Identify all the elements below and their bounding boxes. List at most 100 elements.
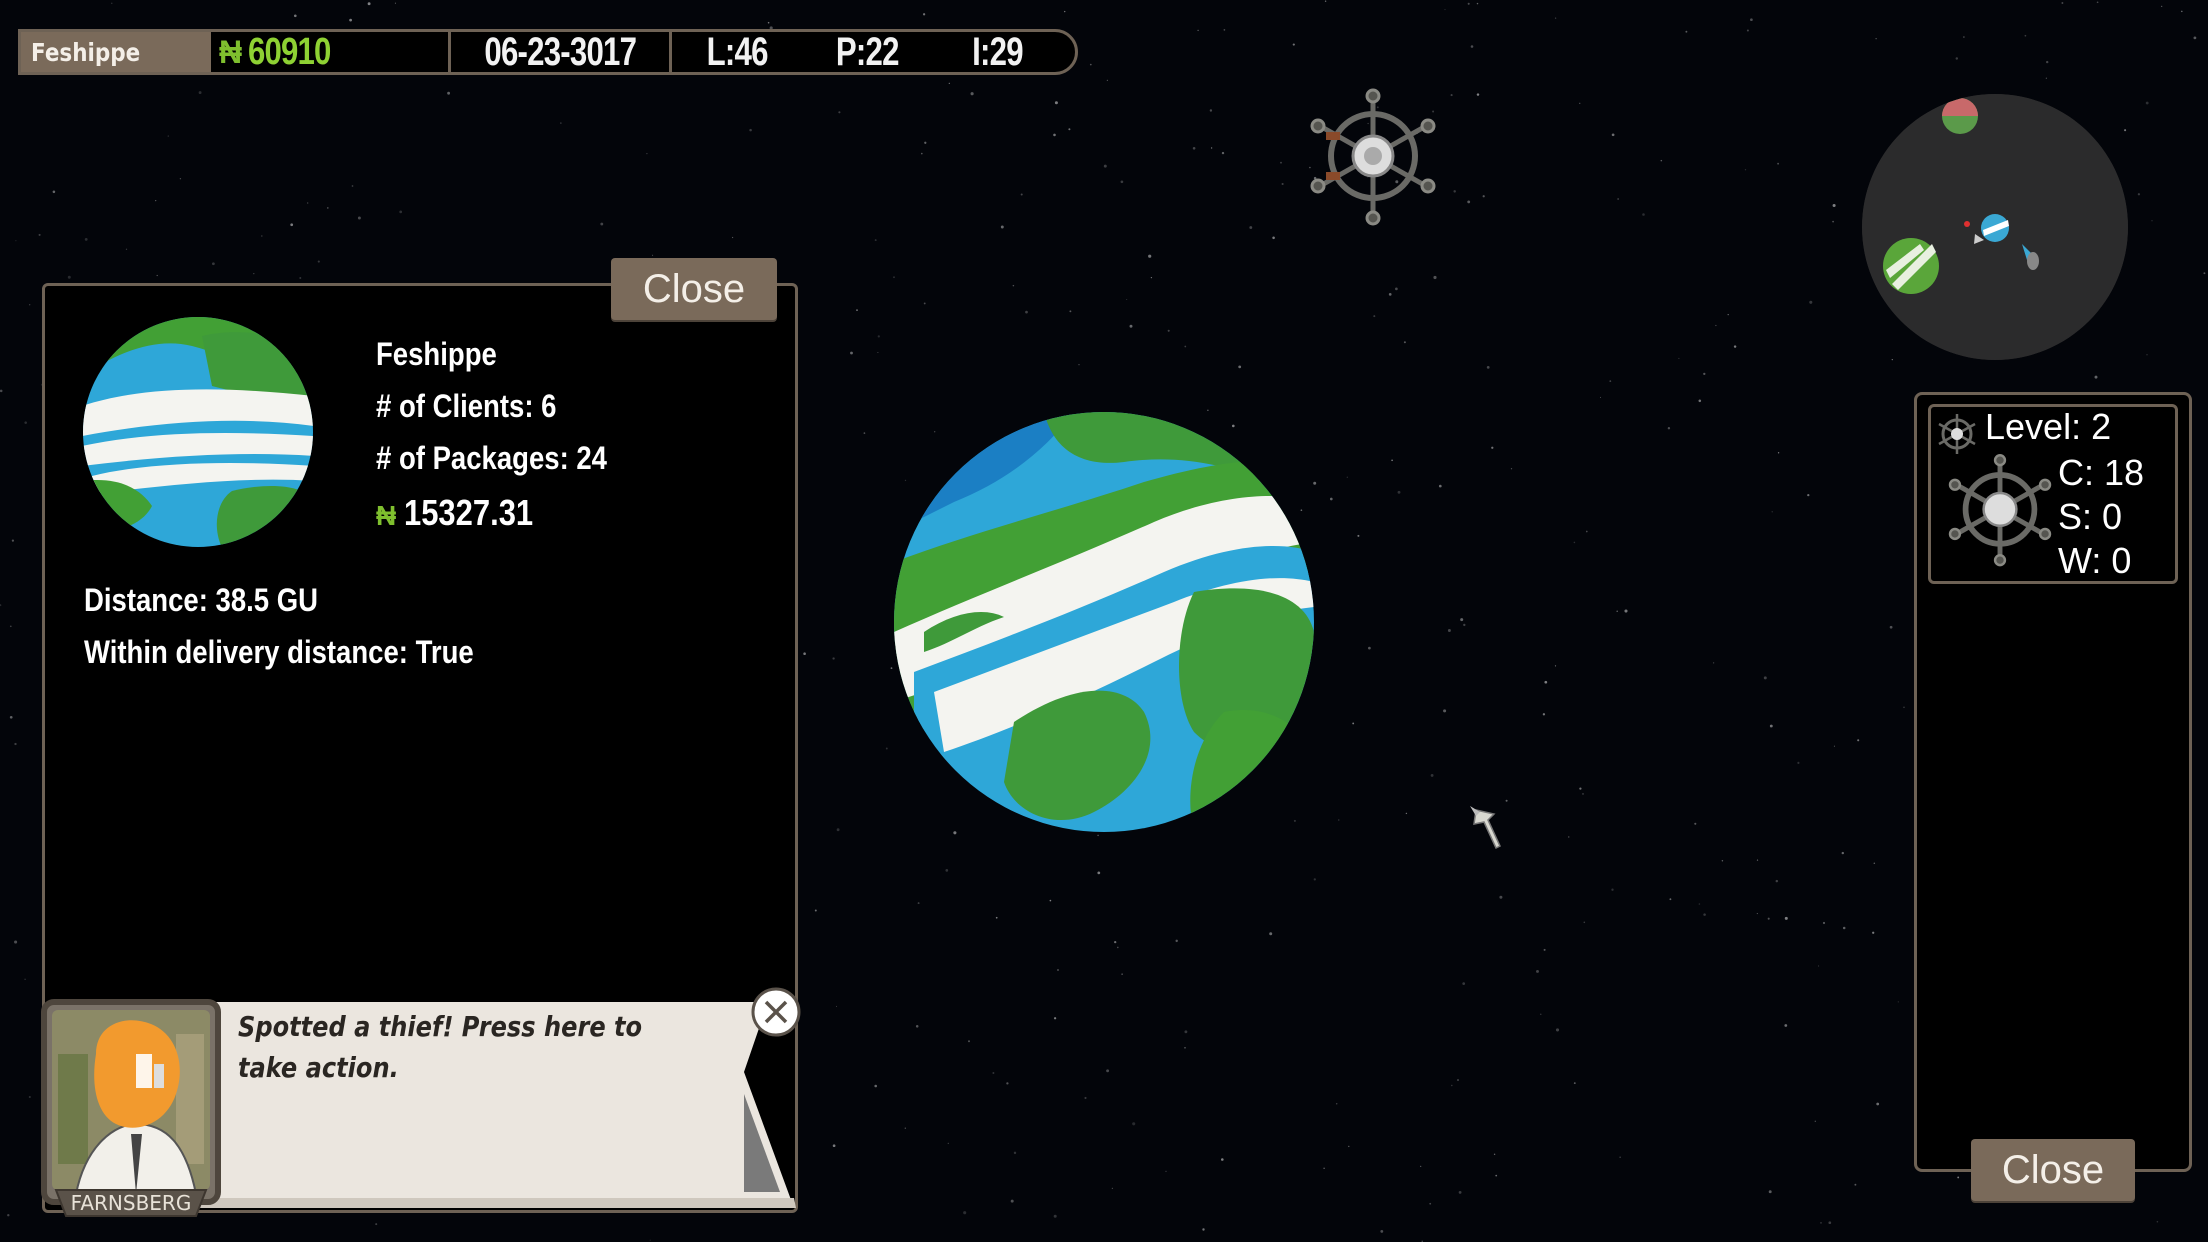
planet-thumbnail xyxy=(83,317,313,547)
star xyxy=(1451,1084,1453,1087)
star xyxy=(1397,490,1401,494)
current-planet-name: Feshippe xyxy=(31,37,141,67)
space-station[interactable] xyxy=(1308,86,1438,230)
info-packages: # of Packages: 24 xyxy=(376,440,645,477)
player-ship[interactable] xyxy=(1464,800,1510,850)
star xyxy=(1579,102,1581,104)
star xyxy=(1642,213,1645,216)
star xyxy=(1111,1187,1114,1190)
star xyxy=(1721,860,1724,862)
star xyxy=(1493,1153,1496,1156)
star xyxy=(767,21,770,24)
game-date-text: 06-23-3017 xyxy=(484,29,637,74)
star xyxy=(1820,1222,1822,1224)
star xyxy=(38,233,41,236)
star xyxy=(1763,676,1767,680)
star xyxy=(1619,1156,1621,1158)
notification-message[interactable]: Spotted a thief! Press here to take acti… xyxy=(238,1006,708,1088)
star xyxy=(836,828,840,832)
star xyxy=(1777,452,1780,454)
star xyxy=(1388,293,1392,296)
star xyxy=(1192,147,1196,150)
star xyxy=(1167,329,1170,332)
star xyxy=(198,91,202,95)
star xyxy=(179,178,182,180)
current-planet-label[interactable]: Feshippe xyxy=(21,32,211,72)
currency-icon: ₦ xyxy=(219,33,243,70)
minimap[interactable] xyxy=(1862,94,2128,360)
star xyxy=(1197,29,1199,32)
star xyxy=(14,742,17,746)
star xyxy=(1064,10,1066,13)
star xyxy=(1579,787,1582,790)
star xyxy=(1542,713,1546,716)
info-within-delivery: Within delivery distance: True xyxy=(84,634,537,671)
star xyxy=(1357,534,1360,537)
notification-message-text: Spotted a thief! Press here to take acti… xyxy=(238,1010,643,1084)
star xyxy=(29,304,31,306)
star xyxy=(2124,129,2127,132)
star xyxy=(1348,1145,1350,1148)
star xyxy=(917,902,920,905)
star xyxy=(1873,862,1876,864)
star xyxy=(850,351,853,355)
star xyxy=(1499,895,1503,899)
star xyxy=(167,135,169,137)
star xyxy=(1443,709,1447,713)
station-panel-close-button[interactable]: Close xyxy=(1971,1139,2135,1201)
star xyxy=(646,152,648,155)
info-planet-name-text: Feshippe xyxy=(376,336,497,372)
star xyxy=(1828,1221,1832,1225)
star xyxy=(1460,618,1464,622)
star xyxy=(1698,399,1702,403)
planet-feshippe[interactable] xyxy=(894,412,1314,832)
currency-icon: ₦ xyxy=(376,500,397,531)
star xyxy=(2024,34,2027,37)
star xyxy=(1405,812,1408,815)
star xyxy=(1746,29,1749,32)
star xyxy=(1467,200,1471,204)
stat-i: I:29 xyxy=(932,30,1062,74)
star xyxy=(1450,94,1453,97)
star xyxy=(1438,484,1442,488)
star xyxy=(1053,1017,1057,1020)
star xyxy=(1832,203,1836,208)
star xyxy=(885,747,888,750)
star xyxy=(970,92,974,96)
star xyxy=(367,2,371,6)
star xyxy=(212,262,215,266)
star xyxy=(1089,63,1092,66)
star xyxy=(155,200,157,202)
star xyxy=(1223,29,1226,31)
star xyxy=(1049,899,1052,902)
star xyxy=(1611,133,1615,137)
star xyxy=(1703,372,1706,376)
star xyxy=(1175,939,1178,943)
star xyxy=(1114,940,1117,944)
star xyxy=(1784,916,1788,920)
star xyxy=(1148,254,1152,258)
star xyxy=(1777,162,1779,165)
star xyxy=(1129,324,1133,328)
star xyxy=(968,1040,970,1043)
star xyxy=(1876,1102,1880,1106)
star xyxy=(1068,128,1071,131)
x-circle-icon[interactable] xyxy=(750,986,802,1038)
star xyxy=(1727,313,1729,316)
info-panel-close-button[interactable]: Close xyxy=(611,258,777,320)
star xyxy=(1292,43,1295,46)
star xyxy=(832,657,835,660)
star xyxy=(2145,101,2149,105)
star xyxy=(1872,931,1875,934)
star xyxy=(1338,819,1340,821)
star xyxy=(1957,1176,1960,1179)
star xyxy=(652,254,654,256)
star xyxy=(1020,193,1023,196)
star xyxy=(1329,497,1333,501)
star xyxy=(1184,345,1187,348)
star xyxy=(1715,324,1717,327)
star xyxy=(0,604,2,607)
star xyxy=(253,272,255,275)
avatar-name-label: FARNSBERG xyxy=(71,1191,192,1215)
star xyxy=(1582,793,1584,795)
